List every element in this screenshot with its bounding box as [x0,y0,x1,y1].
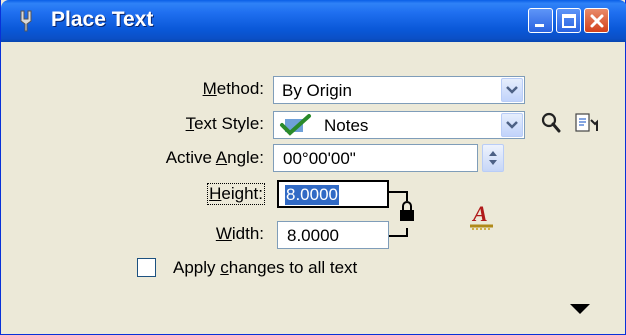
dropdown-arrow-icon [506,121,518,129]
active-angle-input[interactable]: 00°00'00" [273,144,478,172]
spin-arrows-icon [489,151,497,165]
text-style-dropdown[interactable]: Notes [273,111,525,139]
width-input[interactable]: 8.0000 [277,221,389,249]
text-attributes-icon[interactable]: A [469,200,495,232]
active-angle-value: 00°00'00" [283,149,356,168]
maximize-button[interactable] [556,8,581,33]
tool-icon [20,10,32,32]
method-dropdown-button[interactable] [501,78,523,102]
lock-icon[interactable] [389,184,429,244]
height-input[interactable]: 8.0000 [277,180,389,208]
match-text-icon[interactable] [573,110,601,136]
active-angle-spinner[interactable] [482,144,504,172]
width-value: 8.0000 [287,226,339,245]
method-value: By Origin [282,81,352,100]
active-angle-label: Active Angle: [165,148,264,167]
minimize-icon [535,24,544,27]
expand-arrow-icon[interactable] [569,302,591,316]
apply-changes-label[interactable]: Apply changes to all text [173,258,357,278]
title-bar[interactable]: Place Text [1,0,626,42]
svg-text:A: A [471,201,488,226]
window-title: Place Text [51,8,154,31]
minimize-button[interactable] [528,8,553,33]
magnifier-icon[interactable] [541,112,561,134]
text-style-label: Text Style: [185,114,264,133]
close-button[interactable] [584,8,609,33]
dropdown-arrow-icon [506,86,518,94]
place-text-window: Place Text Method: By Origin Text Style:… [0,0,626,335]
width-label: Width: [215,224,264,243]
height-label: Height: [207,183,265,205]
text-style-dropdown-button[interactable] [501,113,523,137]
height-value: 8.0000 [285,185,339,205]
method-label: Method: [202,79,264,98]
text-style-value: Notes [324,116,369,135]
method-dropdown[interactable]: By Origin [273,76,525,104]
maximize-icon [562,14,576,28]
checkmark-icon [280,114,311,136]
close-icon [590,14,604,28]
apply-changes-checkbox[interactable] [137,258,156,277]
